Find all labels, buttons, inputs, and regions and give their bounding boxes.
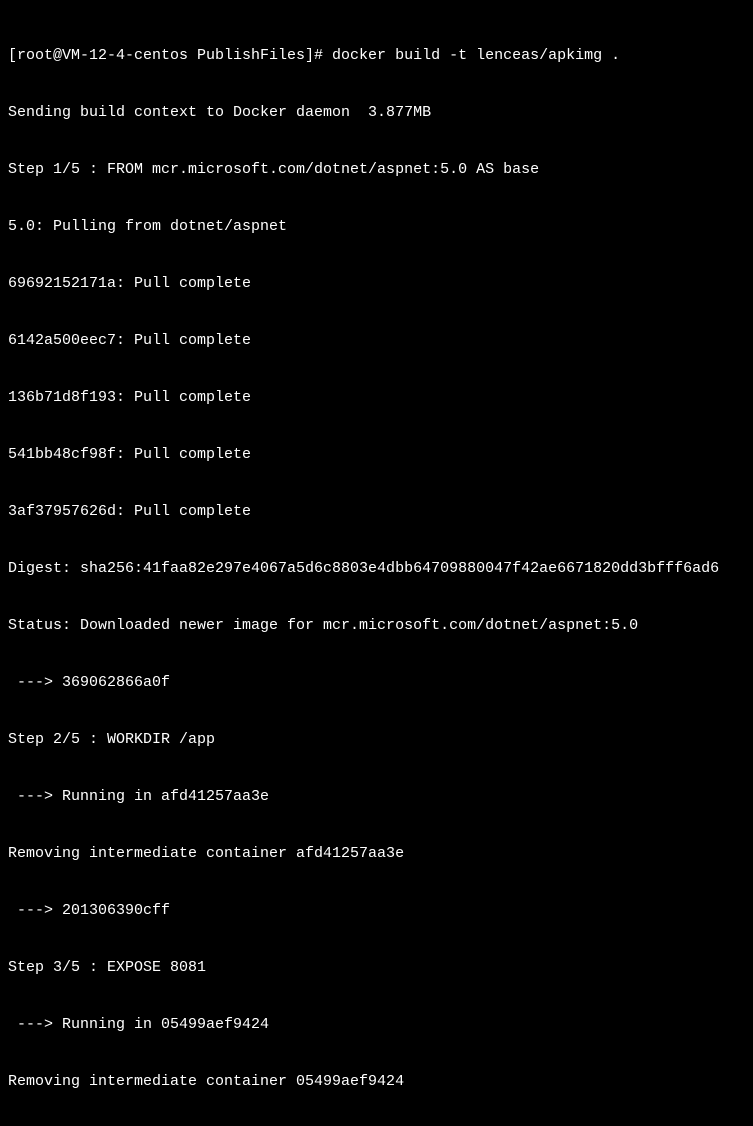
terminal-line: 3af37957626d: Pull complete <box>8 502 745 521</box>
terminal-line: ---> 201306390cff <box>8 901 745 920</box>
terminal-line: 541bb48cf98f: Pull complete <box>8 445 745 464</box>
terminal-line: 5.0: Pulling from dotnet/aspnet <box>8 217 745 236</box>
terminal-line: Step 3/5 : EXPOSE 8081 <box>8 958 745 977</box>
terminal-line: Digest: sha256:41faa82e297e4067a5d6c8803… <box>8 559 745 578</box>
terminal-line: Step 2/5 : WORKDIR /app <box>8 730 745 749</box>
terminal-line: ---> Running in afd41257aa3e <box>8 787 745 806</box>
terminal-line: ---> 369062866a0f <box>8 673 745 692</box>
terminal-line: 69692152171a: Pull complete <box>8 274 745 293</box>
terminal-line: Removing intermediate container 05499aef… <box>8 1072 745 1091</box>
terminal-line: [root@VM-12-4-centos PublishFiles]# dock… <box>8 46 745 65</box>
terminal-line: Step 1/5 : FROM mcr.microsoft.com/dotnet… <box>8 160 745 179</box>
terminal-line: ---> Running in 05499aef9424 <box>8 1015 745 1034</box>
terminal-line: 136b71d8f193: Pull complete <box>8 388 745 407</box>
terminal-line: Removing intermediate container afd41257… <box>8 844 745 863</box>
terminal-line: 6142a500eec7: Pull complete <box>8 331 745 350</box>
terminal-output[interactable]: [root@VM-12-4-centos PublishFiles]# dock… <box>8 8 745 1126</box>
terminal-line: Sending build context to Docker daemon 3… <box>8 103 745 122</box>
terminal-line: Status: Downloaded newer image for mcr.m… <box>8 616 745 635</box>
